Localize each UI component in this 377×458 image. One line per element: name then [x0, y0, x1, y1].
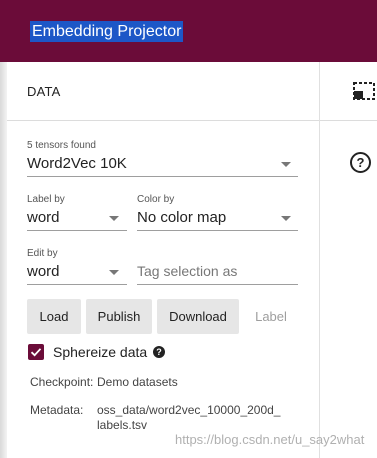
label-by-label: Label by — [27, 194, 65, 205]
app-header: Embedding Projector — [0, 0, 377, 62]
checkpoint-value: Demo datasets — [97, 375, 178, 389]
chevron-down-icon — [281, 216, 291, 221]
sphereize-checkbox[interactable] — [28, 344, 44, 360]
selection-box-icon[interactable] — [353, 82, 375, 100]
label-by-value: word — [27, 209, 60, 226]
tag-selection-underline — [137, 284, 298, 285]
edit-by-label: Edit by — [27, 248, 58, 259]
edit-by-value: word — [27, 263, 60, 280]
data-panel: DATA 5 tensors found Word2Vec 10K Label … — [7, 62, 320, 458]
chevron-down-icon — [109, 270, 119, 275]
checkmark-icon — [30, 348, 42, 357]
panel-shadow — [0, 62, 7, 458]
label-button[interactable]: Label — [251, 299, 291, 334]
app-title: Embedding Projector — [30, 21, 184, 42]
chevron-down-icon — [281, 162, 291, 167]
tensor-select-underline — [27, 176, 298, 177]
color-by-label: Color by — [137, 194, 175, 205]
right-toolbar-divider — [320, 120, 377, 121]
checkpoint-key: Checkpoint: — [30, 375, 94, 389]
watermark-text: https://blog.csdn.net/u_say2what — [175, 432, 365, 447]
tensors-found-label: 5 tensors found — [27, 140, 96, 151]
embedding-projector-window: Embedding Projector DATA 5 tensors found… — [0, 0, 377, 458]
metadata-value-line1: oss_data/word2vec_10000_200d_ — [97, 403, 281, 417]
data-panel-title: DATA — [27, 84, 61, 99]
download-button[interactable]: Download — [157, 299, 239, 334]
chevron-down-icon — [109, 216, 119, 221]
help-icon[interactable]: ? — [153, 346, 165, 358]
help-circle-icon[interactable]: ? — [350, 152, 371, 173]
metadata-key: Metadata: — [30, 403, 84, 417]
color-by-value: No color map — [137, 209, 227, 226]
edit-by-underline — [27, 284, 127, 285]
tag-selection-placeholder: Tag selection as — [137, 263, 238, 279]
color-by-underline — [137, 230, 298, 231]
tensor-select-value: Word2Vec 10K — [27, 155, 127, 172]
label-by-underline — [27, 230, 127, 231]
metadata-value-line2: labels.tsv — [97, 418, 148, 432]
publish-button[interactable]: Publish — [86, 299, 152, 334]
load-button[interactable]: Load — [27, 299, 81, 334]
data-panel-header: DATA — [7, 62, 319, 121]
sphereize-label: Sphereize data — [53, 344, 148, 360]
